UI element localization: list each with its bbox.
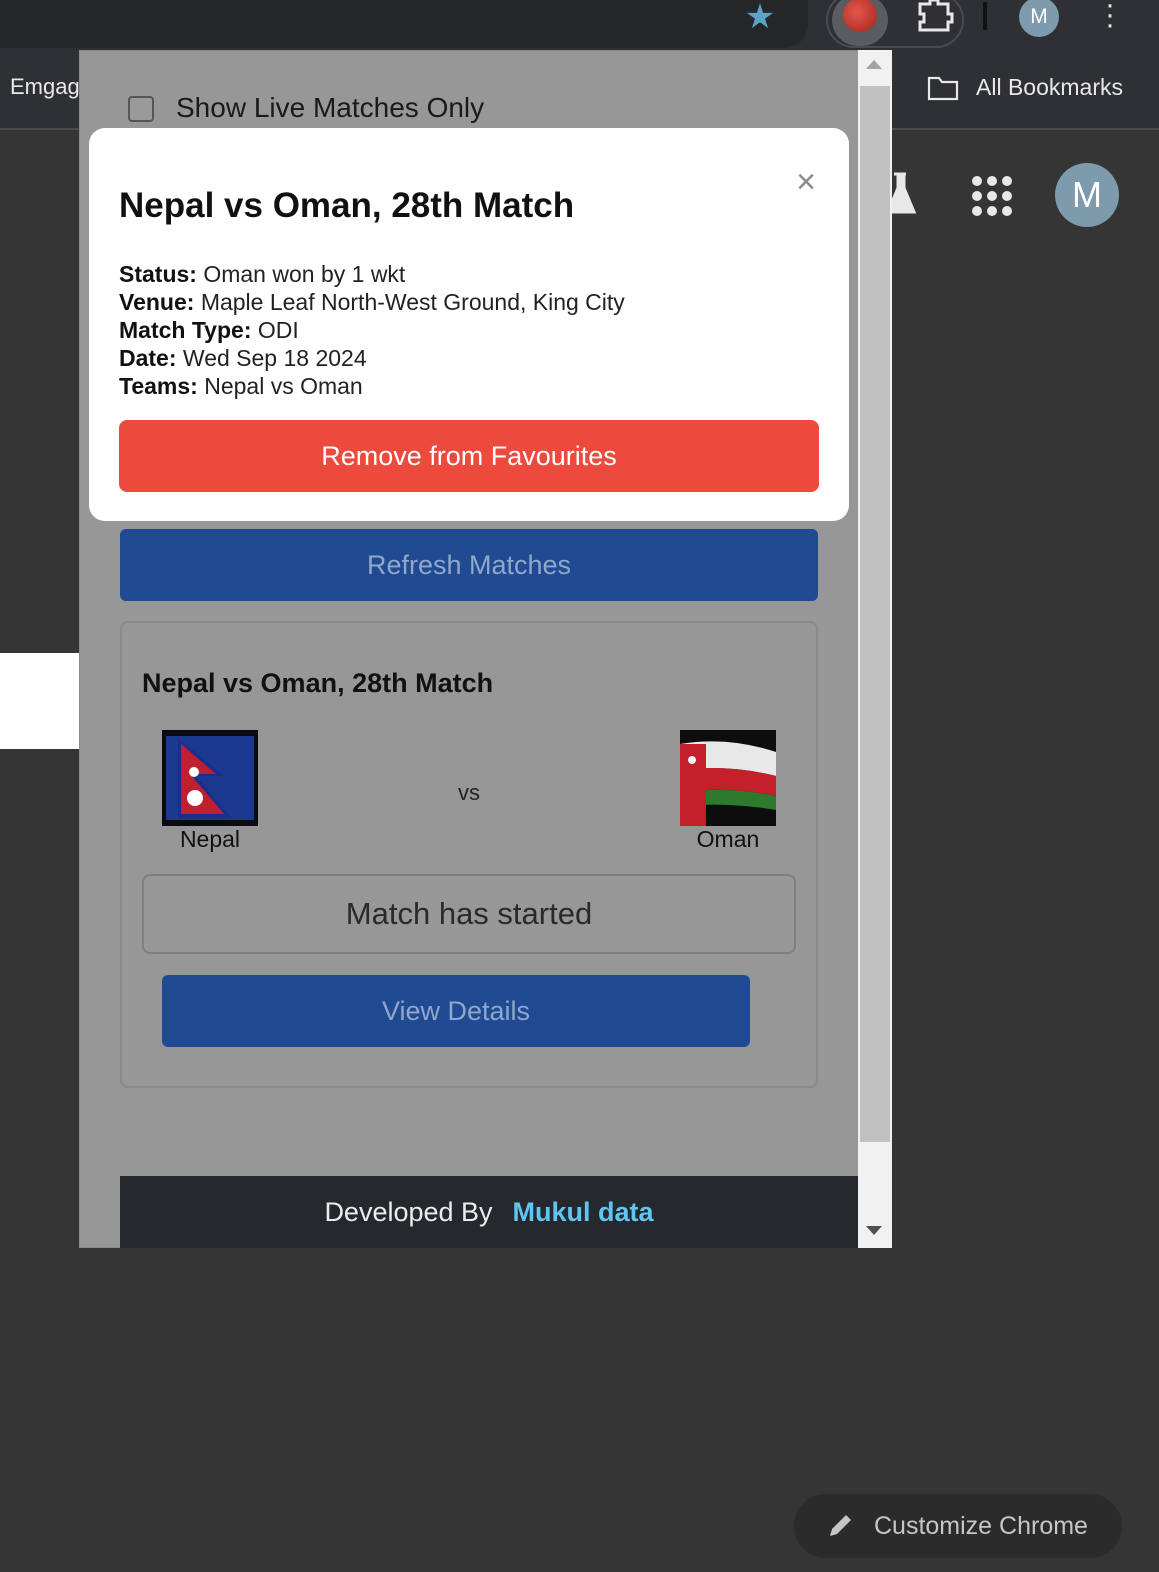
address-bar[interactable] <box>0 0 808 48</box>
field-label: Status: <box>119 261 197 287</box>
profile-avatar-large[interactable]: M <box>1055 163 1119 227</box>
nepal-flag-image <box>162 730 258 826</box>
field-label: Venue: <box>119 289 195 315</box>
field-value: ODI <box>257 317 299 343</box>
remove-favourite-button[interactable]: Remove from Favourites <box>119 420 819 492</box>
puzzle-icon[interactable] <box>914 0 954 32</box>
page-content-fragment <box>0 653 82 749</box>
field-label: Teams: <box>119 373 198 399</box>
modal-match-type-row: Match Type: ODI <box>119 317 299 344</box>
field-value: Wed Sep 18 2024 <box>182 345 367 371</box>
oman-flag-image <box>680 730 776 826</box>
developer-link[interactable]: Mukul data <box>513 1197 654 1227</box>
field-value: Maple Leaf North-West Ground, King City <box>200 289 625 315</box>
match-status-box: Match has started <box>142 874 796 954</box>
toolbar-separator <box>983 2 987 30</box>
modal-date-row: Date: Wed Sep 18 2024 <box>119 345 367 372</box>
match-card-title: Nepal vs Oman, 28th Match <box>142 668 494 698</box>
close-icon[interactable]: × <box>792 165 820 199</box>
folder-icon <box>927 76 959 101</box>
footer-prefix: Developed By <box>324 1197 493 1227</box>
modal-venue-row: Venue: Maple Leaf North-West Ground, Kin… <box>119 289 625 316</box>
scroll-down-arrow-icon[interactable] <box>866 1226 882 1235</box>
bookmark-star-icon[interactable]: ★ <box>742 0 778 36</box>
vs-label: vs <box>458 780 480 805</box>
google-apps-icon[interactable] <box>972 176 1012 216</box>
modal-teams-row: Teams: Nepal vs Oman <box>119 373 363 400</box>
scroll-up-arrow-icon[interactable] <box>866 60 882 69</box>
scrollbar-thumb[interactable] <box>860 86 890 1142</box>
menu-dots-icon[interactable]: · · · <box>1100 0 1120 40</box>
field-value: Oman won by 1 wkt <box>203 261 406 287</box>
bookmark-item-emgag[interactable]: Emgag <box>10 74 80 100</box>
pencil-icon <box>830 1515 851 1536</box>
footer-credit: Developed By Mukul data <box>120 1176 858 1248</box>
view-details-button[interactable]: View Details <box>162 975 750 1047</box>
modal-status-row: Status: Oman won by 1 wkt <box>119 261 405 288</box>
team1-name: Nepal <box>179 826 241 852</box>
live-matches-checkbox[interactable] <box>128 96 154 122</box>
bookmark-item-all-bookmarks[interactable]: All Bookmarks <box>976 74 1123 101</box>
field-label: Date: <box>119 345 177 371</box>
refresh-matches-button[interactable]: Refresh Matches <box>120 529 818 601</box>
field-label: Match Type: <box>119 317 252 343</box>
field-value: Nepal vs Oman <box>204 373 363 399</box>
live-matches-label[interactable]: Show Live Matches Only <box>176 92 484 124</box>
team2-name: Oman <box>696 826 760 852</box>
modal-title: Nepal vs Oman, 28th Match <box>119 186 575 225</box>
